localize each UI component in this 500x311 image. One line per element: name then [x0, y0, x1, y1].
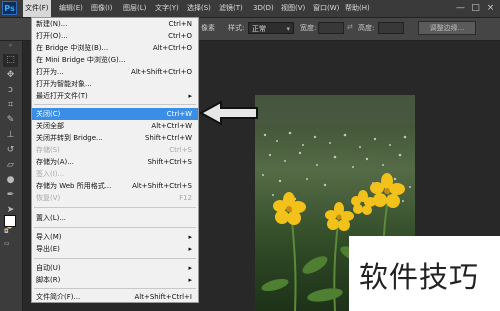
menu-image[interactable]: 图像(I) — [89, 0, 115, 17]
menu-separator — [34, 104, 196, 105]
height-label: 高度: — [358, 24, 375, 32]
watermark-text: 软件技巧 — [359, 260, 480, 294]
maximize-icon[interactable]: □ — [470, 3, 481, 13]
menu-window[interactable]: 窗口(W) — [311, 0, 341, 17]
file-menu-dropdown: 新建(N)... Ctrl+N 打开(O)... Ctrl+O 在 Bridge… — [31, 17, 199, 303]
submenu-arrow-icon: ▸ — [188, 276, 192, 284]
panel-collapse-icon[interactable]: » — [3, 43, 18, 49]
menu-item-place[interactable]: 置入(L)... — [32, 212, 198, 224]
menu-file[interactable]: 文件(F) — [23, 0, 51, 17]
menu-item-automate[interactable]: 自动(U) ▸ — [32, 262, 198, 274]
pointer-arrow-icon — [199, 100, 258, 126]
menu-item-save[interactable]: 存储(S) Ctrl+S — [32, 144, 198, 156]
menu-item-open-recent[interactable]: 最近打开文件(T) ▸ — [32, 90, 198, 102]
height-field[interactable] — [378, 22, 404, 34]
pen-tool-icon[interactable]: ✒ — [3, 189, 18, 202]
menu-item-save-as[interactable]: 存储为(A)... Shift+Ctrl+S — [32, 156, 198, 168]
menu-item-browse-in-mini-bridge[interactable]: 在 Mini Bridge 中浏览(G)... — [32, 54, 198, 66]
submenu-arrow-icon: ▸ — [188, 92, 192, 100]
menu-item-close-all[interactable]: 关闭全部 Alt+Ctrl+W — [32, 120, 198, 132]
photoshop-logo: Ps — [2, 1, 17, 15]
menu-item-browse-in-bridge[interactable]: 在 Bridge 中浏览(B)... Alt+Ctrl+O — [32, 42, 198, 54]
width-field[interactable] — [318, 22, 344, 34]
menu-item-new[interactable]: 新建(N)... Ctrl+N — [32, 18, 198, 30]
menu-view[interactable]: 视图(V) — [279, 0, 307, 17]
menu-separator — [34, 288, 196, 289]
submenu-arrow-icon: ▸ — [188, 264, 192, 272]
lasso-tool-icon[interactable]: ↄ — [3, 84, 18, 97]
menu-filter[interactable]: 滤镜(T) — [217, 0, 245, 17]
width-label: 宽度: — [300, 24, 317, 32]
submenu-arrow-icon: ▸ — [188, 245, 192, 253]
watermark: 软件技巧 — [349, 236, 500, 311]
close-window-icon[interactable]: × — [485, 3, 496, 13]
feather-unit-label: 像素 — [201, 24, 215, 32]
menu-item-file-info[interactable]: 文件简介(F)... Alt+Shift+Ctrl+I — [32, 291, 198, 303]
menu-separator — [34, 227, 196, 228]
marquee-tool-icon[interactable]: ⬚ — [3, 54, 18, 67]
menu-3d[interactable]: 3D(D) — [251, 0, 276, 17]
menu-help[interactable]: 帮助(H) — [343, 0, 372, 17]
swap-icon[interactable]: ⇄ — [347, 23, 353, 31]
menu-item-scripts[interactable]: 脚本(R) ▸ — [32, 274, 198, 286]
menu-item-export[interactable]: 导出(E) ▸ — [32, 243, 198, 255]
menu-item-revert[interactable]: 恢复(V) F12 — [32, 192, 198, 204]
menu-item-check-in[interactable]: 签入(I)... — [32, 168, 198, 180]
menu-layer[interactable]: 图层(L) — [121, 0, 148, 17]
menu-select[interactable]: 选择(S) — [185, 0, 213, 17]
menu-separator — [34, 207, 196, 208]
menu-bar: Ps 文件(F) 编辑(E) 图像(I) 图层(L) 文字(Y) 选择(S) 滤… — [0, 0, 500, 18]
eraser-tool-icon[interactable]: ▱ — [3, 159, 18, 172]
menu-edit[interactable]: 编辑(E) — [57, 0, 85, 17]
menu-item-open-as-smart-object[interactable]: 打开为智能对象... — [32, 78, 198, 90]
menu-item-open[interactable]: 打开(O)... Ctrl+O — [32, 30, 198, 42]
menu-item-open-as[interactable]: 打开为... Alt+Shift+Ctrl+O — [32, 66, 198, 78]
menu-item-save-for-web[interactable]: 存储为 Web 所用格式... Alt+Shift+Ctrl+S — [32, 180, 198, 192]
stamp-tool-icon[interactable]: ⊥ — [3, 129, 18, 142]
blur-tool-icon[interactable]: ● — [3, 174, 18, 187]
menu-item-import[interactable]: 导入(M) ▸ — [32, 231, 198, 243]
minimize-icon[interactable]: — — [455, 3, 466, 13]
tools-panel: » ⬚ ✥ ↄ ⌗ ✎ ⊥ ↺ ▱ ● ✒ ➤ ✋ ◘ ▭ — [0, 41, 23, 311]
menu-separator — [34, 258, 196, 259]
brush-tool-icon[interactable]: ✎ — [3, 114, 18, 127]
menu-item-close[interactable]: 关闭(C) Ctrl+W — [32, 108, 198, 120]
screen-mode-icon[interactable]: ▭ — [4, 241, 14, 247]
style-select-value: 正常 — [252, 25, 266, 33]
move-tool-icon[interactable]: ✥ — [3, 69, 18, 82]
submenu-arrow-icon: ▸ — [188, 233, 192, 241]
style-label: 样式: — [228, 24, 245, 32]
style-select[interactable]: 正常 ▾ — [248, 22, 294, 34]
history-brush-icon[interactable]: ↺ — [3, 144, 18, 157]
quick-mask-icon[interactable]: ◘ — [4, 229, 14, 235]
background-color-swatch[interactable] — [4, 215, 16, 227]
chevron-down-icon: ▾ — [286, 25, 290, 33]
refine-edge-button[interactable]: 调整边缘... — [418, 21, 476, 35]
menu-item-close-and-go-to-bridge[interactable]: 关闭并转到 Bridge... Shift+Ctrl+W — [32, 132, 198, 144]
crop-tool-icon[interactable]: ⌗ — [3, 99, 18, 112]
menu-type[interactable]: 文字(Y) — [153, 0, 181, 17]
